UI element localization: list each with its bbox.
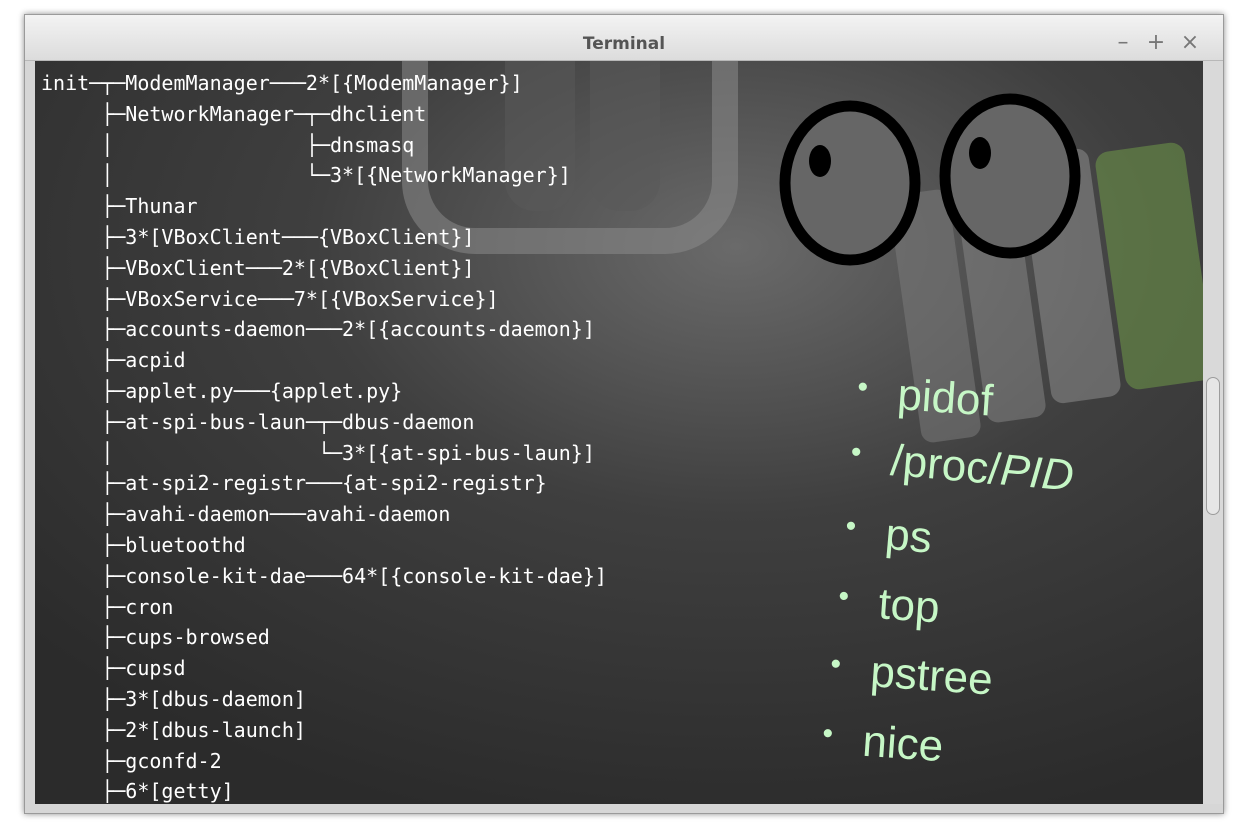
pstree-line: ├─cupsd [41,656,186,681]
bullet-top: • top [837,579,942,633]
scrollbar-thumb[interactable] [1206,377,1220,515]
bullet-ps: • ps [843,509,935,563]
pstree-line: │ └─3*[{NetworkManager}] [41,163,571,188]
pstree-line: │ └─3*[{at-spi-bus-laun}] [41,440,595,465]
pstree-line: ├─6*[getty] [41,779,234,804]
pstree-line: ├─console-kit-dae───64*[{console-kit-dae… [41,563,607,588]
window-title: Terminal [582,34,666,54]
pstree-line: ├─gconfd-2 [41,748,222,773]
bullet-dot: • [829,647,843,682]
minimize-button[interactable]: – [1110,29,1136,57]
pstree-line: ├─2*[dbus-launch] [41,717,306,742]
bullet-label-italic: PID [998,445,1076,501]
pstree-output: init─┬─ModemManager───2*[{ModemManager}]… [41,68,607,804]
terminal-window: Terminal – + × init─┬─ModemManager───2*[… [24,14,1224,814]
pstree-line: ├─VBoxService───7*[{VBoxService}] [41,286,499,311]
bullet-pidof: • pidof [856,370,995,426]
bullet-dot: • [856,370,870,404]
bullet-dot: • [837,579,851,614]
bullet-label-path: /proc/ [888,435,1003,495]
pstree-line: ├─avahi-daemon───avahi-daemon [41,502,451,527]
close-button[interactable]: × [1177,29,1203,57]
bullet-label: top [876,579,942,633]
pstree-line: ├─at-spi2-registr───{at-spi2-registr} [41,471,547,496]
pstree-line: ├─VBoxClient───2*[{VBoxClient}] [41,255,475,280]
pstree-line: ├─bluetoothd [41,532,246,557]
bullet-label: nice [860,716,945,772]
pstree-line: init─┬─ModemManager───2*[{ModemManager}] [41,71,523,95]
pstree-line: ├─cron [41,594,174,619]
terminal-viewport[interactable]: init─┬─ModemManager───2*[{ModemManager}]… [35,61,1203,804]
bullet-label: pstree [868,647,995,705]
bullet-nice: • nice [821,716,945,772]
bullet-dot: • [844,509,858,544]
pstree-line: ├─Thunar [41,194,198,219]
bullet-dot: • [849,435,863,470]
pstree-line: ├─applet.py───{applet.py} [41,378,403,403]
pstree-line: ├─3*[VBoxClient───{VBoxClient}] [41,224,475,249]
pstree-line: ├─accounts-daemon───2*[{accounts-daemon}… [41,317,595,342]
pstree-line: ├─at-spi-bus-laun─┬─dbus-daemon [41,409,475,434]
pstree-line: ├─3*[dbus-daemon] [41,686,306,711]
pstree-line: ├─acpid [41,348,186,373]
maximize-button[interactable]: + [1143,29,1169,57]
bullet-label: pidof [895,370,995,426]
pstree-line: │ ├─dnsmasq [41,132,415,157]
pstree-line: ├─NetworkManager─┬─dhclient [41,101,427,126]
bullet-label: ps [883,509,935,563]
window-bottom-border [25,804,1223,813]
bullet-dot: • [821,716,835,751]
pstree-line: ├─cups-browsed [41,625,270,650]
title-bar[interactable]: Terminal – + × [25,15,1223,61]
vertical-scrollbar[interactable] [1203,61,1223,804]
